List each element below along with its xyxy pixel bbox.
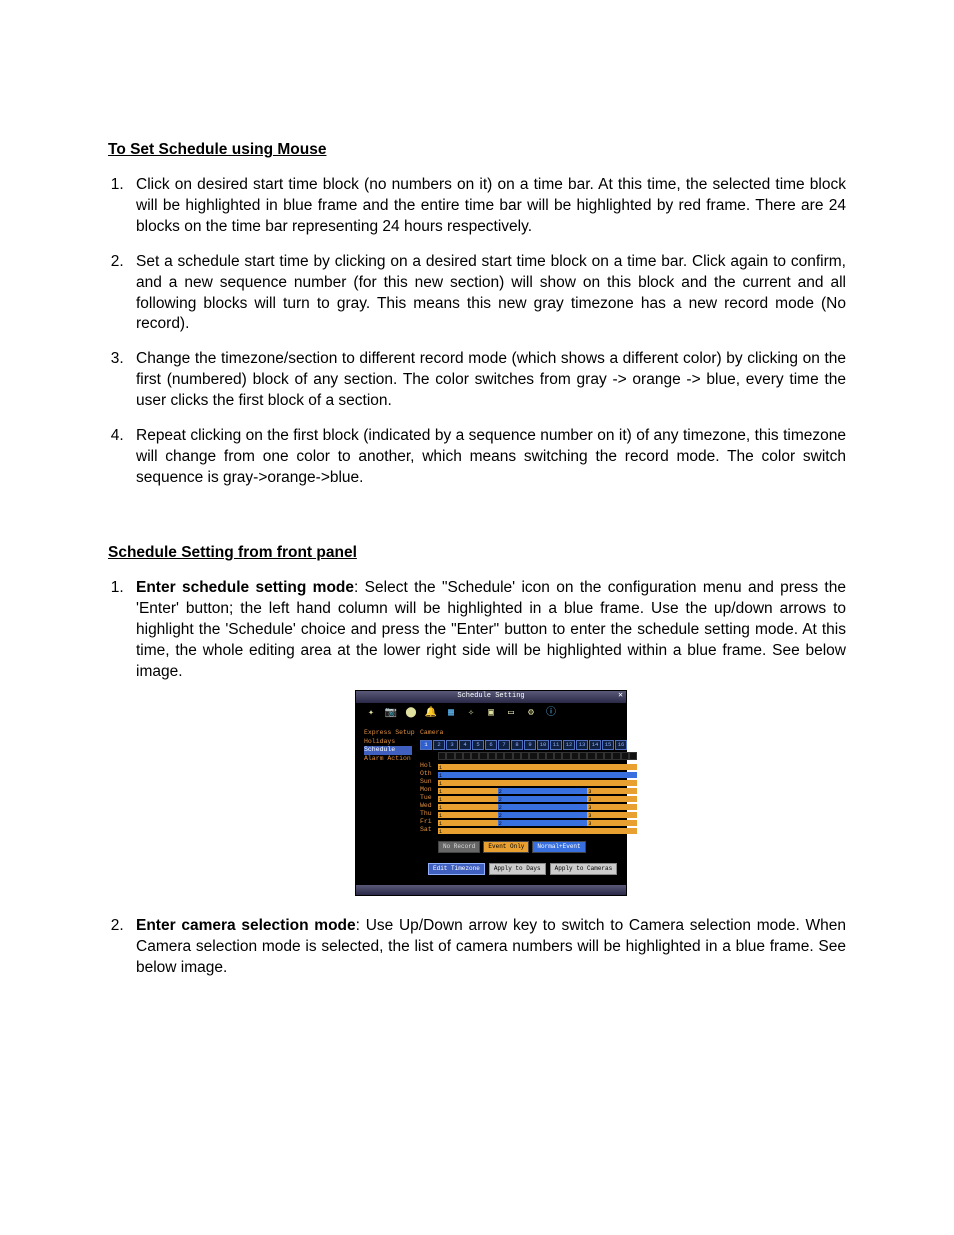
list-mouse: Click on desired start time block (no nu… [108, 175, 846, 489]
list-frontpanel: Enter schedule setting mode: Select the … [108, 578, 846, 979]
hour-header [438, 752, 637, 760]
legend-normalevent: Normal+Event [532, 841, 585, 853]
list-item: Set a schedule start time by clicking on… [128, 252, 846, 336]
bell-icon[interactable]: 🔔 [424, 707, 438, 721]
apply-days-button[interactable]: Apply to Days [489, 863, 546, 875]
camera-label: Camera [420, 729, 637, 738]
heading-frontpanel: Schedule Setting from front panel [108, 543, 846, 564]
day-row[interactable]: Thu123 [420, 811, 637, 819]
close-icon[interactable]: ✕ [618, 692, 623, 700]
legend-eventonly: Event Only [483, 841, 529, 853]
camera-button[interactable]: 9 [524, 740, 536, 750]
camera-row: 1 2 3 4 5 6 7 8 9 10 11 12 13 [420, 740, 637, 750]
camera-button[interactable]: 12 [563, 740, 575, 750]
list-item: Repeat clicking on the first block (indi… [128, 426, 846, 489]
day-row[interactable]: Mon123 [420, 787, 637, 795]
camera-button[interactable]: 5 [472, 740, 484, 750]
sidebar: Express Setup Holidays Schedule Alarm Ac… [364, 729, 412, 875]
camera-button[interactable]: 11 [550, 740, 562, 750]
edit-timezone-button[interactable]: Edit Timezone [428, 863, 485, 875]
camera-button[interactable]: 14 [589, 740, 601, 750]
list-item: Enter camera selection mode: Use Up/Down… [128, 916, 846, 979]
display-icon[interactable]: ▭ [504, 707, 518, 721]
button-row: Edit Timezone Apply to Days Apply to Cam… [428, 863, 637, 875]
sidebar-item[interactable]: Holidays [364, 738, 412, 747]
camera-button[interactable]: 3 [446, 740, 458, 750]
list-item: Change the timezone/section to different… [128, 349, 846, 412]
apply-cameras-button[interactable]: Apply to Cameras [550, 863, 618, 875]
day-row[interactable]: Tue123 [420, 795, 637, 803]
camera-button[interactable]: 16 [615, 740, 627, 750]
camera-button[interactable]: 8 [511, 740, 523, 750]
list-item: Enter schedule setting mode: Select the … [128, 578, 846, 896]
day-row[interactable]: Wed123 [420, 803, 637, 811]
record-icon[interactable]: ⬤ [404, 707, 418, 721]
sidebar-item[interactable]: Alarm Action [364, 755, 412, 764]
camera-button[interactable]: 10 [537, 740, 549, 750]
camera-button[interactable]: 1 [420, 740, 432, 750]
day-row[interactable]: Hol1 [420, 763, 637, 771]
legend-norecord: No Record [438, 841, 480, 853]
bold-label: Enter schedule setting mode [136, 579, 354, 596]
camera-button[interactable]: 4 [459, 740, 471, 750]
tool-icon[interactable]: ✦ [364, 707, 378, 721]
camera-icon[interactable]: 📷 [384, 707, 398, 721]
toolbar: ✦ 📷 ⬤ 🔔 ▦ ✧ ▣ ▭ ⚙ ⓘ [356, 703, 626, 725]
gear-icon[interactable]: ⚙ [524, 707, 538, 721]
window-title: Schedule Setting ✕ [356, 691, 626, 702]
list-item: Click on desired start time block (no nu… [128, 175, 846, 238]
camera-button[interactable]: 15 [602, 740, 614, 750]
bold-label: Enter camera selection mode [136, 917, 356, 934]
legend: No Record Event Only Normal+Event [438, 841, 637, 853]
day-row[interactable]: Sat1 [420, 827, 637, 835]
day-row[interactable]: Oth1 [420, 771, 637, 779]
day-row[interactable]: Fri123 [420, 819, 637, 827]
calendar-icon[interactable]: ▦ [444, 707, 458, 721]
camera-button[interactable]: 6 [485, 740, 497, 750]
sidebar-item-selected[interactable]: Schedule [364, 746, 412, 755]
screenshot-schedule-setting: Schedule Setting ✕ ✦ 📷 ⬤ 🔔 ▦ ✧ ▣ ▭ ⚙ ⓘ [355, 690, 627, 895]
schedule-panel: Camera 1 2 3 4 5 6 7 8 9 10 11 [420, 729, 637, 875]
heading-mouse: To Set Schedule using Mouse [108, 140, 846, 161]
camera-button[interactable]: 2 [433, 740, 445, 750]
storage-icon[interactable]: ▣ [484, 707, 498, 721]
camera-button[interactable]: 13 [576, 740, 588, 750]
sidebar-item[interactable]: Express Setup [364, 729, 412, 738]
network-icon[interactable]: ✧ [464, 707, 478, 721]
status-bar [356, 885, 626, 895]
camera-button[interactable]: 7 [498, 740, 510, 750]
info-icon[interactable]: ⓘ [544, 707, 558, 721]
day-row[interactable]: Sun1 [420, 779, 637, 787]
